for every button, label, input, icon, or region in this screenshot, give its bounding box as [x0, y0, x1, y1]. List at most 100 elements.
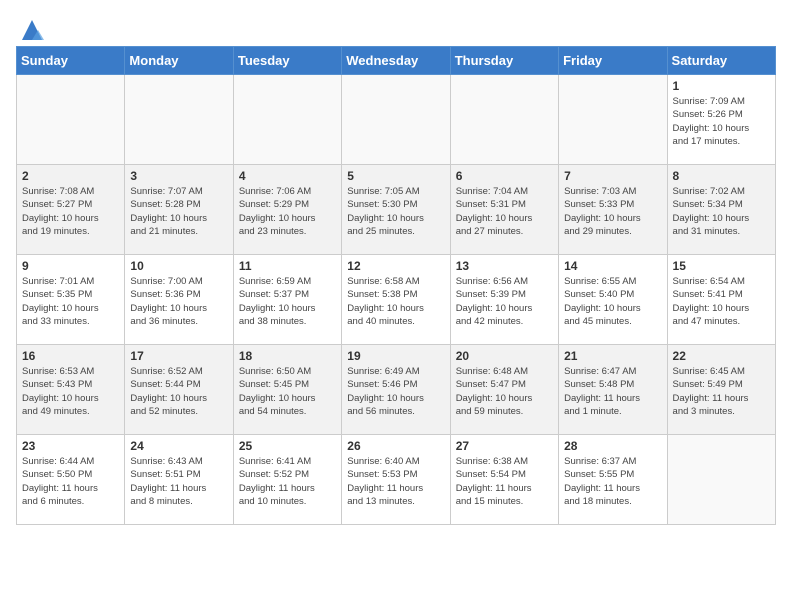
table-row: 7 Sunrise: 7:03 AM Sunset: 5:33 PM Daylig…	[559, 165, 667, 255]
table-row: 22 Sunrise: 6:45 AM Sunset: 5:49 PM Dayli…	[667, 345, 775, 435]
calendar-week-row: 2 Sunrise: 7:08 AM Sunset: 5:27 PM Daylig…	[17, 165, 776, 255]
day-info: Sunrise: 7:03 AM Sunset: 5:33 PM Dayligh…	[564, 185, 661, 238]
day-info: Sunrise: 7:06 AM Sunset: 5:29 PM Dayligh…	[239, 185, 336, 238]
calendar-week-row: 1 Sunrise: 7:09 AM Sunset: 5:26 PM Daylig…	[17, 75, 776, 165]
page-header	[16, 16, 776, 38]
table-row: 15Sunrise: 6:54 AM Sunset: 5:41 PM Dayli…	[667, 255, 775, 345]
day-number: 7	[564, 169, 661, 183]
day-info: Sunrise: 6:40 AM Sunset: 5:53 PM Dayligh…	[347, 455, 444, 508]
day-number: 14	[564, 259, 661, 273]
table-row: 14 Sunrise: 6:55 AM Sunset: 5:40 PM Dayli…	[559, 255, 667, 345]
day-info: Sunrise: 7:02 AM Sunset: 5:34 PM Dayligh…	[673, 185, 770, 238]
day-number: 16	[22, 349, 119, 363]
day-number: 11	[239, 259, 336, 273]
table-row: 13 Sunrise: 6:56 AM Sunset: 5:39 PM Dayli…	[450, 255, 558, 345]
day-number: 21	[564, 349, 661, 363]
day-info: Sunrise: 6:47 AM Sunset: 5:48 PM Dayligh…	[564, 365, 661, 418]
day-number: 3	[130, 169, 227, 183]
column-header-friday: Friday	[559, 47, 667, 75]
day-info: Sunrise: 7:07 AM Sunset: 5:28 PM Dayligh…	[130, 185, 227, 238]
logo-icon	[18, 16, 46, 44]
day-number: 23	[22, 439, 119, 453]
day-number: 9	[22, 259, 119, 273]
day-number: 22	[673, 349, 770, 363]
table-row: 27 Sunrise: 6:38 AM Sunset: 5:54 PM Dayli…	[450, 435, 558, 525]
day-info: Sunrise: 7:01 AM Sunset: 5:35 PM Dayligh…	[22, 275, 119, 328]
table-row: 16 Sunrise: 6:53 AM Sunset: 5:43 PM Dayli…	[17, 345, 125, 435]
table-row: 21 Sunrise: 6:47 AM Sunset: 5:48 PM Dayli…	[559, 345, 667, 435]
calendar-week-row: 16 Sunrise: 6:53 AM Sunset: 5:43 PM Dayli…	[17, 345, 776, 435]
table-row: 20Sunrise: 6:48 AM Sunset: 5:47 PM Dayli…	[450, 345, 558, 435]
day-number: 12	[347, 259, 444, 273]
day-info: Sunrise: 6:50 AM Sunset: 5:45 PM Dayligh…	[239, 365, 336, 418]
table-row: 23 Sunrise: 6:44 AM Sunset: 5:50 PM Dayli…	[17, 435, 125, 525]
day-info: Sunrise: 7:05 AM Sunset: 5:30 PM Dayligh…	[347, 185, 444, 238]
day-number: 18	[239, 349, 336, 363]
day-info: Sunrise: 6:41 AM Sunset: 5:52 PM Dayligh…	[239, 455, 336, 508]
column-header-sunday: Sunday	[17, 47, 125, 75]
table-row: 17 Sunrise: 6:52 AM Sunset: 5:44 PM Dayli…	[125, 345, 233, 435]
table-row	[17, 75, 125, 165]
day-number: 4	[239, 169, 336, 183]
table-row: 1 Sunrise: 7:09 AM Sunset: 5:26 PM Daylig…	[667, 75, 775, 165]
day-info: Sunrise: 6:52 AM Sunset: 5:44 PM Dayligh…	[130, 365, 227, 418]
day-number: 1	[673, 79, 770, 93]
table-row	[342, 75, 450, 165]
table-row: 28 Sunrise: 6:37 AM Sunset: 5:55 PM Dayli…	[559, 435, 667, 525]
table-row	[125, 75, 233, 165]
day-number: 5	[347, 169, 444, 183]
column-header-monday: Monday	[125, 47, 233, 75]
day-number: 28	[564, 439, 661, 453]
day-info: Sunrise: 7:09 AM Sunset: 5:26 PM Dayligh…	[673, 95, 770, 148]
day-info: Sunrise: 6:56 AM Sunset: 5:39 PM Dayligh…	[456, 275, 553, 328]
day-info: Sunrise: 6:45 AM Sunset: 5:49 PM Dayligh…	[673, 365, 770, 418]
day-info: Sunrise: 7:00 AM Sunset: 5:36 PM Dayligh…	[130, 275, 227, 328]
day-number: 8	[673, 169, 770, 183]
calendar-table: SundayMondayTuesdayWednesdayThursdayFrid…	[16, 46, 776, 525]
column-header-wednesday: Wednesday	[342, 47, 450, 75]
table-row: 5 Sunrise: 7:05 AM Sunset: 5:30 PM Daylig…	[342, 165, 450, 255]
day-info: Sunrise: 6:49 AM Sunset: 5:46 PM Dayligh…	[347, 365, 444, 418]
table-row: 24 Sunrise: 6:43 AM Sunset: 5:51 PM Dayli…	[125, 435, 233, 525]
day-number: 20	[456, 349, 553, 363]
day-info: Sunrise: 6:37 AM Sunset: 5:55 PM Dayligh…	[564, 455, 661, 508]
day-info: Sunrise: 6:38 AM Sunset: 5:54 PM Dayligh…	[456, 455, 553, 508]
day-info: Sunrise: 6:55 AM Sunset: 5:40 PM Dayligh…	[564, 275, 661, 328]
table-row: 25Sunrise: 6:41 AM Sunset: 5:52 PM Dayli…	[233, 435, 341, 525]
day-number: 24	[130, 439, 227, 453]
table-row: 10 Sunrise: 7:00 AM Sunset: 5:36 PM Dayli…	[125, 255, 233, 345]
column-header-tuesday: Tuesday	[233, 47, 341, 75]
column-header-saturday: Saturday	[667, 47, 775, 75]
table-row: 6Sunrise: 7:04 AM Sunset: 5:31 PM Daylig…	[450, 165, 558, 255]
table-row	[233, 75, 341, 165]
day-number: 17	[130, 349, 227, 363]
day-info: Sunrise: 6:58 AM Sunset: 5:38 PM Dayligh…	[347, 275, 444, 328]
table-row: 11 Sunrise: 6:59 AM Sunset: 5:37 PM Dayli…	[233, 255, 341, 345]
day-info: Sunrise: 7:08 AM Sunset: 5:27 PM Dayligh…	[22, 185, 119, 238]
day-number: 19	[347, 349, 444, 363]
table-row: 8 Sunrise: 7:02 AM Sunset: 5:34 PM Daylig…	[667, 165, 775, 255]
table-row: 18 Sunrise: 6:50 AM Sunset: 5:45 PM Dayli…	[233, 345, 341, 435]
day-info: Sunrise: 6:43 AM Sunset: 5:51 PM Dayligh…	[130, 455, 227, 508]
day-number: 13	[456, 259, 553, 273]
day-info: Sunrise: 6:59 AM Sunset: 5:37 PM Dayligh…	[239, 275, 336, 328]
logo	[16, 16, 46, 38]
table-row: 9 Sunrise: 7:01 AM Sunset: 5:35 PM Daylig…	[17, 255, 125, 345]
calendar-header-row: SundayMondayTuesdayWednesdayThursdayFrid…	[17, 47, 776, 75]
calendar-week-row: 23 Sunrise: 6:44 AM Sunset: 5:50 PM Dayli…	[17, 435, 776, 525]
table-row: 4 Sunrise: 7:06 AM Sunset: 5:29 PM Daylig…	[233, 165, 341, 255]
table-row: 19 Sunrise: 6:49 AM Sunset: 5:46 PM Dayli…	[342, 345, 450, 435]
day-info: Sunrise: 6:44 AM Sunset: 5:50 PM Dayligh…	[22, 455, 119, 508]
day-number: 10	[130, 259, 227, 273]
table-row	[450, 75, 558, 165]
column-header-thursday: Thursday	[450, 47, 558, 75]
table-row: 2 Sunrise: 7:08 AM Sunset: 5:27 PM Daylig…	[17, 165, 125, 255]
calendar-week-row: 9 Sunrise: 7:01 AM Sunset: 5:35 PM Daylig…	[17, 255, 776, 345]
day-number: 15	[673, 259, 770, 273]
table-row: 12 Sunrise: 6:58 AM Sunset: 5:38 PM Dayli…	[342, 255, 450, 345]
day-number: 26	[347, 439, 444, 453]
day-info: Sunrise: 6:53 AM Sunset: 5:43 PM Dayligh…	[22, 365, 119, 418]
day-number: 27	[456, 439, 553, 453]
table-row	[667, 435, 775, 525]
day-number: 2	[22, 169, 119, 183]
